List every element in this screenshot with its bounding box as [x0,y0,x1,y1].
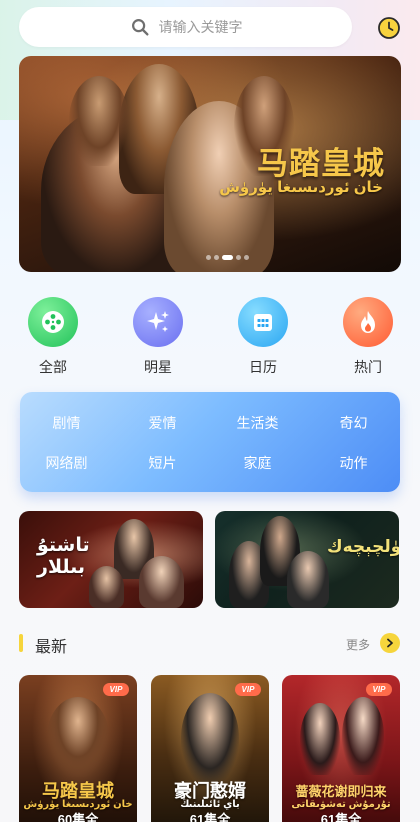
quick-nav-label: 日历 [249,359,277,375]
drama-card[interactable]: VIP 蔷薇花谢即归来 تۇرمۇش تەشۋىقاتى 61集全 [282,675,400,822]
sparkle-icon [147,311,169,332]
promo-banner-2[interactable]: ئايگۈلچېچەك [215,511,399,608]
carousel-dot[interactable] [236,255,241,260]
drama-card[interactable]: VIP 马踏皇城 خان ئوردىسىغا يۈرۈش 60集全 [19,675,137,822]
quick-nav-all[interactable]: 全部 [18,297,88,377]
banner-subtitle: خان ئوردىسىغا يۈرۈش [219,179,383,196]
search-icon [131,19,149,36]
search-placeholder: 请输入关键字 [158,19,243,35]
film-reel-icon [42,311,64,333]
genre-item[interactable]: 短片 [115,453,210,473]
carousel-dot[interactable] [214,255,219,260]
section-accent-bar [19,634,23,652]
genre-item[interactable]: 动作 [306,453,401,473]
genre-item[interactable]: 剧情 [19,413,114,433]
vip-badge: VIP [103,683,129,696]
calendar-icon [254,314,272,331]
episode-count: 60集全 [57,812,99,822]
vip-badge: VIP [366,683,392,696]
quick-nav-hot[interactable]: 热门 [333,297,403,377]
carousel-indicator [206,255,249,260]
episode-count: 61集全 [320,812,362,822]
promo-title: تاشتۇ بىللار [37,535,90,578]
banner-title: 马踏皇城 [257,146,385,182]
history-clock-icon[interactable] [377,16,401,40]
genre-item[interactable]: 爱情 [115,413,210,433]
card-title: 蔷薇花谢即归来 [295,785,387,800]
chevron-right-icon [387,638,393,648]
genre-item[interactable]: 生活类 [210,413,305,433]
genre-panel: 剧情 爱情 生活类 奇幻 网络剧 短片 家庭 动作 [20,392,400,492]
more-arrow-button[interactable] [380,633,400,653]
episode-count: 61集全 [189,812,231,822]
flame-icon [361,311,375,333]
hero-banner[interactable]: 马踏皇城 خان ئوردىسىغا يۈرۈش [19,56,401,272]
genre-item[interactable]: 网络剧 [19,453,114,473]
more-link[interactable]: 更多 [346,636,370,653]
promo-banner-1[interactable]: تاشتۇ بىللار [19,511,203,608]
quick-nav-label: 热门 [354,359,382,375]
quick-nav-calendar[interactable]: 日历 [228,297,298,377]
drama-card[interactable]: VIP 豪门憨婿 باي ئائىلىنىڭ 61集全 [151,675,269,822]
genre-item[interactable]: 奇幻 [306,413,401,433]
carousel-dot-active[interactable] [222,255,233,260]
quick-nav-label: 全部 [39,359,67,375]
carousel-dot[interactable] [206,255,211,260]
quick-nav-stars[interactable]: 明星 [123,297,193,377]
genre-item[interactable]: 家庭 [210,453,305,473]
quick-nav-label: 明星 [144,359,172,375]
promo-title: ئايگۈلچېچەك [327,537,399,556]
search-bar[interactable]: 请输入关键字 [19,7,352,47]
carousel-dot[interactable] [244,255,249,260]
vip-badge: VIP [235,683,261,696]
section-title: 最新 [35,639,68,656]
